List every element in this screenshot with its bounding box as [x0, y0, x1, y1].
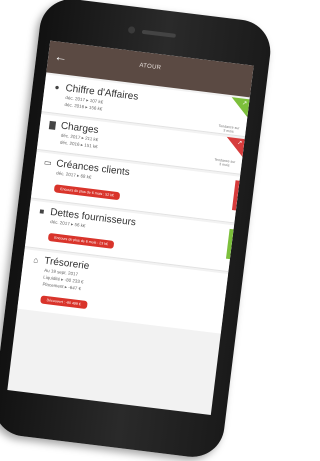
alert-badge: Encours de plus de 6 mois : 23 k€ — [47, 232, 115, 249]
status-bar — [231, 180, 240, 211]
alert-badge: Encours de plus de 6 mois : 52 k€ — [53, 184, 121, 201]
phone-frame: ← ATOUR ↗ ● Chiffre d'Affaires déc. 2017… — [0, 0, 274, 461]
arrow-up-icon: ↗ — [236, 140, 243, 147]
app-screen: ← ATOUR ↗ ● Chiffre d'Affaires déc. 2017… — [7, 40, 254, 415]
truck-icon: ■ — [38, 206, 45, 217]
coins-icon: ● — [54, 82, 61, 93]
trend-label: Tendance sur 3 mois — [218, 123, 240, 134]
speaker-grille — [141, 29, 176, 38]
card-icon: ▭ — [43, 157, 53, 168]
front-camera — [127, 26, 136, 34]
arrow-up-icon: ↗ — [241, 100, 248, 108]
status-bar — [225, 228, 234, 260]
bar-chart-icon: ▇ — [48, 120, 57, 130]
trend-up-badge: ↗ — [229, 97, 250, 118]
alert-badge: Découvert : -80 499 € — [40, 295, 88, 310]
bank-icon: ⌂ — [32, 255, 39, 265]
trend-label: Tendance sur 3 mois — [214, 157, 236, 168]
trend-down-badge: ↗ — [224, 136, 245, 157]
